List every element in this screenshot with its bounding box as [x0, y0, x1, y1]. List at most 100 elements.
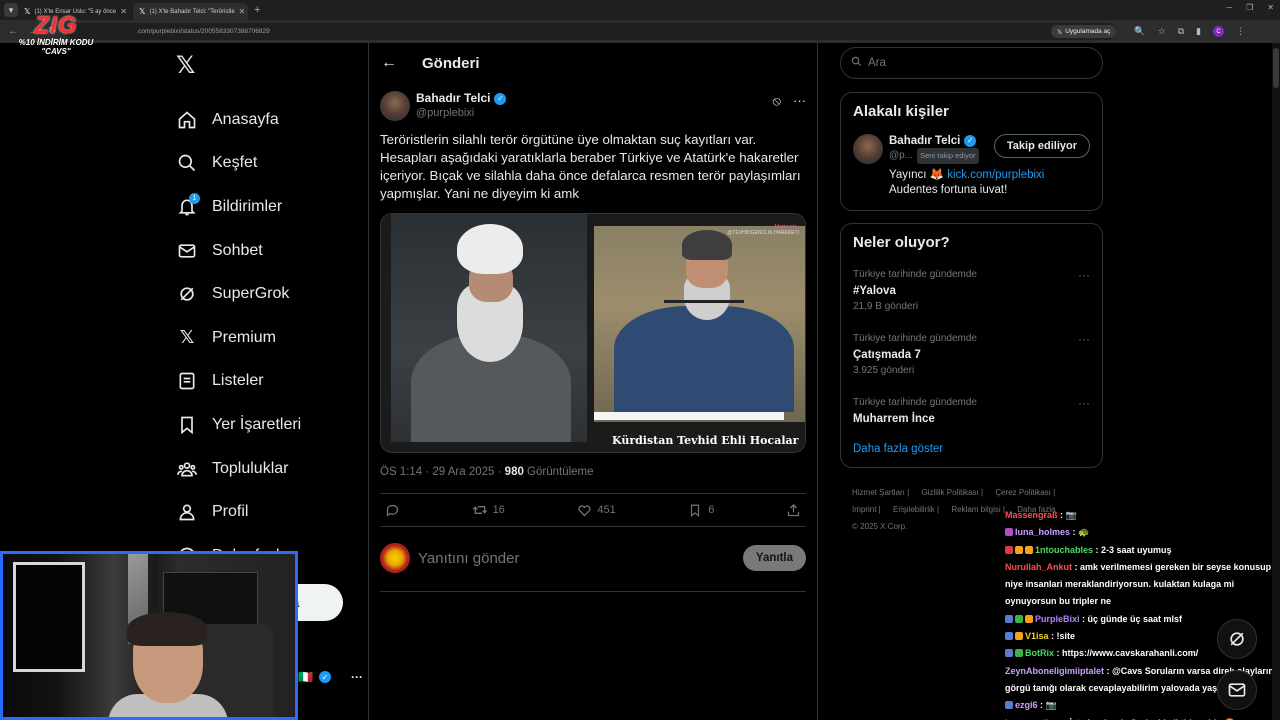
nav-item-premium[interactable]: 𝕏 Premium: [170, 316, 360, 360]
star-icon[interactable]: ☆: [1158, 26, 1166, 37]
stream-sponsor-logo: ZIG %10 İNDİRİM KODU "CAVS": [16, 14, 96, 57]
webcam-person-hair: [127, 612, 207, 646]
page-scrollbar-thumb[interactable]: [1273, 48, 1279, 88]
card-title: Neler oluyor?: [853, 234, 950, 251]
chat-username: Massengraß: [1005, 510, 1058, 520]
author-handle[interactable]: @purplebixi: [416, 106, 506, 121]
url-text: .com/purplebixi/status/20055833073887068…: [136, 28, 270, 35]
follows-you-badge: Seni takip ediyor: [917, 148, 979, 164]
footer-link[interactable]: Hizmet Şartları |: [852, 488, 909, 497]
post-header: ← Gönderi: [369, 43, 817, 83]
trend-count: 21,9 B gönderi: [853, 301, 919, 312]
maximize-icon[interactable]: ❐: [1246, 3, 1253, 12]
search-icon: [176, 152, 198, 174]
nav-item-bookmarks[interactable]: Yer İşaretleri: [170, 403, 360, 447]
extensions-icon[interactable]: ⧉: [1178, 26, 1184, 37]
close-tab-icon[interactable]: ✕: [120, 7, 127, 16]
nav-item-communities[interactable]: Topluluklar: [170, 447, 360, 491]
related-user-name[interactable]: Bahadır Telci: [889, 134, 960, 148]
back-arrow-icon[interactable]: ←: [381, 54, 401, 72]
open-in-app-button[interactable]: 𝕏 Uygulamada aç: [1050, 25, 1117, 38]
chat-username: Nurullah_Ankut: [1005, 561, 1073, 572]
more-options-icon[interactable]: ···: [1078, 395, 1090, 411]
nav-item-explore[interactable]: Keşfet: [170, 142, 360, 186]
reply-submit-button[interactable]: Yanıtla: [742, 545, 806, 571]
browser-tab-active[interactable]: 𝕏 (1) X'te Bahadır Telci: "Teröristle ✕: [133, 3, 248, 20]
grok-icon[interactable]: ⦸: [773, 93, 781, 109]
reply-input[interactable]: Yanıtını gönder: [418, 550, 519, 567]
search-icon: [851, 56, 862, 70]
footer-link[interactable]: Imprint |: [852, 505, 881, 514]
more-options-icon[interactable]: ···: [793, 93, 806, 109]
tweet-header-actions: ⦸ ···: [773, 93, 806, 109]
retweet-button[interactable]: 16: [472, 502, 505, 518]
trend-category: Türkiye tarihinde gündemde: [853, 397, 977, 408]
search-placeholder: Ara: [868, 57, 886, 69]
author-info: Bahadır Telci ✓ @purplebixi: [416, 91, 507, 121]
nav-item-messages[interactable]: Sohbet: [170, 229, 360, 273]
more-options-icon[interactable]: ···: [1078, 331, 1090, 347]
messages-floating-button[interactable]: [1217, 670, 1257, 710]
grok-floating-button[interactable]: [1217, 619, 1257, 659]
trend-category: Türkiye tarihinde gündemde: [853, 333, 977, 344]
bio-link[interactable]: kick.com/purplebixi: [947, 169, 1044, 181]
nav-item-home[interactable]: Anasayfa: [170, 98, 360, 142]
show-more-link[interactable]: Daha fazla göster: [853, 443, 1090, 455]
browser-profile-avatar[interactable]: C: [1213, 26, 1225, 37]
account-more-icon[interactable]: ···: [351, 670, 363, 684]
nav-label: SuperGrok: [212, 285, 290, 303]
sidebar-icon[interactable]: ▮: [1196, 26, 1201, 37]
share-button[interactable]: [786, 502, 802, 518]
author-name-row[interactable]: Bahadır Telci ✓: [416, 91, 507, 106]
more-options-icon[interactable]: ···: [1078, 267, 1090, 283]
account-switcher[interactable]: 🇮🇹 ✓ ···: [298, 670, 363, 684]
footer-link[interactable]: Reklam bilgisi |: [951, 505, 1005, 514]
related-user-avatar[interactable]: [853, 134, 883, 164]
nav-item-notifications[interactable]: 1 Bildirimler: [170, 185, 360, 229]
new-tab-icon[interactable]: +: [254, 4, 260, 16]
related-user-row[interactable]: Bahadır Telci ✓ @p... Seni takip ediyor …: [853, 134, 1090, 164]
trends-card: Neler oluyor? Türkiye tarihinde gündemde…: [840, 223, 1103, 468]
chat-message: luna_holmes : 🐢: [1005, 524, 1280, 541]
x-logo-icon[interactable]: 𝕏: [176, 50, 360, 80]
browser-menu-icon[interactable]: ⋮: [1236, 26, 1245, 37]
nav-item-lists[interactable]: Listeler: [170, 360, 360, 404]
reply-composer: Yanıtını gönder Yanıtla: [380, 540, 806, 576]
divider: [380, 591, 806, 592]
nav-item-profile[interactable]: Profil: [170, 490, 360, 534]
timestamp-text[interactable]: ÖS 1:14 · 29 Ara 2025 ·: [380, 466, 505, 478]
footer-link[interactable]: Çerez Politikası |: [995, 488, 1055, 497]
x-left-navigation: 𝕏 Anasayfa Keşfet 1 Bildirimler Sohbet S…: [170, 50, 360, 578]
chat-badge-icon: [1005, 701, 1013, 710]
tweet-author-row: Bahadır Telci ✓ @purplebixi ⦸ ···: [369, 83, 817, 125]
following-button[interactable]: Takip ediliyor: [993, 134, 1090, 158]
nav-item-supergrok[interactable]: SuperGrok: [170, 272, 360, 316]
nav-label: Profil: [212, 503, 249, 521]
bookmark-button[interactable]: 6: [687, 502, 714, 518]
home-icon: [176, 109, 198, 131]
chat-badge-icon: [1015, 545, 1023, 554]
footer-link[interactable]: Gizlilik Politikası |: [921, 488, 983, 497]
author-avatar[interactable]: [380, 91, 410, 121]
reply-button[interactable]: [384, 502, 400, 518]
trend-item[interactable]: Türkiye tarihinde gündemde Muharrem İnce…: [853, 395, 1090, 427]
notification-count-badge: 1: [189, 192, 200, 204]
search-input[interactable]: Ara: [840, 47, 1103, 79]
chat-message: kayyumsiken : İşte bunlar da Suriye'de i…: [1005, 715, 1280, 720]
trend-item[interactable]: Türkiye tarihinde gündemde Çatışmada 7 3…: [853, 331, 1090, 379]
close-tab-icon[interactable]: ✕: [239, 7, 246, 16]
media-watermark: @TEVHIDGENCLIK.HAREKETI: [727, 230, 799, 236]
like-button[interactable]: 451: [576, 502, 616, 518]
chat-username: BotRix: [1025, 648, 1054, 659]
mail-icon: [176, 240, 198, 262]
zoom-icon[interactable]: 🔍: [1134, 26, 1145, 37]
trend-item[interactable]: Türkiye tarihinde gündemde #Yalova 21,9 …: [853, 267, 1090, 315]
trend-name: #Yalova: [853, 285, 896, 297]
close-window-icon[interactable]: ✕: [1267, 3, 1274, 12]
url-field[interactable]: .com/purplebixi/status/20055833073887068…: [66, 23, 1117, 40]
tweet-media-image[interactable]: @TEVHIDGENCLIK.HAREKETI Mamosta Kürdista…: [380, 213, 806, 453]
minimize-icon[interactable]: ─: [1226, 3, 1232, 12]
footer-link[interactable]: Erişilebilirlik |: [893, 505, 939, 514]
page-scrollbar[interactable]: [1272, 43, 1280, 720]
discount-code-line1: %10 İNDİRİM KODU: [18, 38, 94, 47]
